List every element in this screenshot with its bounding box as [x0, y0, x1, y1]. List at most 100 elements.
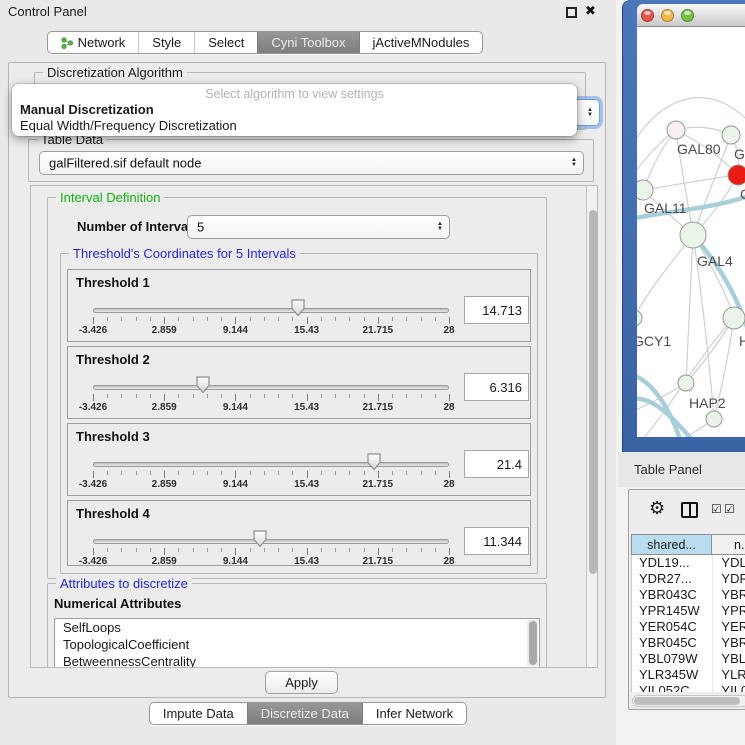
column-header-name[interactable]: n... [712, 534, 745, 555]
network-node[interactable] [637, 180, 653, 200]
tick-label: 9.144 [223, 325, 248, 336]
table-row[interactable]: YBR043CYBR0 [632, 587, 745, 603]
list-scrollbar-thumb[interactable] [529, 621, 537, 665]
network-node-label: HAP2 [689, 395, 726, 411]
slider-thumb[interactable] [290, 299, 306, 317]
settings-scrollbar-thumb[interactable] [589, 210, 597, 574]
slider-thumb[interactable] [366, 453, 382, 471]
network-window-titlebar[interactable] [637, 4, 745, 27]
table-row[interactable]: YDR27...YDR2 [632, 571, 745, 587]
tick-label: 28 [443, 325, 454, 336]
threshold-value-field[interactable]: 21.4 [464, 450, 529, 478]
slider-tick [392, 394, 393, 398]
column-header-shared-name[interactable]: shared... [631, 534, 712, 555]
settings-scrollbar[interactable] [586, 186, 598, 668]
slider-tick [335, 317, 336, 321]
apply-button[interactable]: Apply [265, 671, 338, 694]
slider-tick [335, 471, 336, 475]
threshold-slider[interactable]: -3.4262.8599.14415.4321.71528 [93, 424, 449, 494]
network-node[interactable] [706, 411, 722, 427]
slider-track[interactable] [93, 385, 449, 390]
slider-tick [349, 394, 350, 398]
tab-cyni-toolbox[interactable]: Cyni Toolbox [257, 32, 358, 53]
tick-label: 21.715 [363, 402, 394, 413]
network-node-label: GAL80 [677, 141, 721, 157]
table-row[interactable]: YBR045CYBR0 [632, 635, 745, 651]
slider-tick [435, 317, 436, 321]
slider-tick [107, 471, 108, 475]
slider-tick [121, 317, 122, 321]
tab-network[interactable]: Network [48, 32, 139, 53]
threshold-value-field[interactable]: 14.713 [464, 296, 529, 324]
slider-tick [335, 548, 336, 552]
table-horizontal-scrollbar[interactable] [632, 695, 745, 707]
attribute-list-item[interactable]: SelfLoops [55, 619, 539, 636]
network-edge [643, 175, 738, 190]
close-traffic-light[interactable] [641, 9, 654, 22]
network-canvas[interactable]: GAL80GACGAL11GAL4GCY1HHAP2 [637, 27, 745, 437]
slider-tick [421, 317, 422, 321]
slider-thumb-shape [195, 376, 211, 394]
tick-label: 2.859 [152, 402, 177, 413]
numerical-attributes-list[interactable]: SelfLoopsTopologicalCoefficientBetweenne… [54, 618, 540, 668]
slider-track[interactable] [93, 539, 449, 544]
popup-option-equal-width-frequency[interactable]: Equal Width/Frequency Discretization [17, 118, 572, 135]
table-row[interactable]: YER054CYER0 [632, 619, 745, 635]
threshold-value-field[interactable]: 6.316 [464, 373, 529, 401]
slider-tick [378, 471, 379, 478]
tab-jactivemnodules[interactable]: jActiveMNodules [359, 32, 483, 53]
minimize-traffic-light[interactable] [661, 9, 674, 22]
table-data-combobox[interactable]: galFiltered.sif default node ▲▼ [39, 151, 584, 175]
interval-definition-title: Interval Definition [56, 190, 164, 205]
slider-tick [406, 471, 407, 475]
tab-infer-network[interactable]: Infer Network [362, 703, 466, 724]
tab-impute-data[interactable]: Impute Data [150, 703, 247, 724]
gear-icon[interactable]: ⚙ [649, 498, 665, 519]
network-node[interactable] [678, 375, 694, 391]
tab-style[interactable]: Style [138, 32, 194, 53]
slider-track[interactable] [93, 462, 449, 467]
network-node[interactable] [680, 222, 706, 248]
slider-tick [93, 317, 94, 324]
table-cell: YIL0 [712, 683, 745, 692]
zoom-traffic-light[interactable] [681, 9, 694, 22]
threshold-value-field[interactable]: 11.344 [464, 527, 529, 555]
slider-thumb[interactable] [195, 376, 211, 394]
checkbox-icon[interactable]: ☑ [724, 502, 735, 516]
threshold-slider[interactable]: -3.4262.8599.14415.4321.71528 [93, 347, 449, 417]
columns-icon[interactable] [681, 502, 698, 518]
tick-label: 28 [443, 402, 454, 413]
popup-option-manual-discretization[interactable]: Manual Discretization [17, 102, 572, 119]
slider-thumb[interactable] [252, 530, 268, 548]
checkbox-icon[interactable]: ☑ [711, 502, 722, 516]
network-node[interactable] [723, 307, 745, 329]
table-row[interactable]: YIL052CYIL0 [632, 683, 745, 692]
slider-tick [193, 471, 194, 475]
network-node[interactable] [667, 121, 685, 139]
tab-discretize-data[interactable]: Discretize Data [247, 703, 362, 724]
network-node[interactable] [637, 310, 642, 326]
slider-tick [307, 471, 308, 478]
list-scrollbar[interactable] [527, 620, 538, 666]
table-cell: YIL052C [632, 683, 712, 692]
tab-select[interactable]: Select [194, 32, 257, 53]
threshold-slider[interactable]: -3.4262.8599.14415.4321.71528 [93, 270, 449, 340]
close-icon[interactable]: ✖ [585, 3, 596, 19]
attribute-list-item[interactable]: TopologicalCoefficient [55, 636, 539, 653]
number-of-intervals-label: Number of Intervals [77, 219, 199, 234]
table-hscrollbar-thumb[interactable] [634, 697, 740, 705]
number-of-intervals-combobox[interactable]: 5 ▲▼ [187, 215, 450, 239]
slider-track[interactable] [93, 308, 449, 313]
slider-tick [349, 317, 350, 321]
table-row[interactable]: YBL079WYBL0 [632, 651, 745, 667]
threshold-slider[interactable]: -3.4262.8599.14415.4321.71528 [93, 501, 449, 571]
network-node[interactable] [728, 165, 745, 185]
network-view-window[interactable]: GAL80GACGAL11GAL4GCY1HHAP2 [622, 0, 745, 452]
network-node[interactable] [722, 126, 740, 144]
slider-tick [235, 548, 236, 555]
attribute-list-item[interactable]: BetweennessCentrality [55, 653, 539, 668]
table-row[interactable]: YPR145WYPR1 [632, 603, 745, 619]
table-row[interactable]: YLR345WYLR3 [632, 667, 745, 683]
float-window-icon[interactable] [566, 7, 577, 18]
table-row[interactable]: YDL19...YDL1 [632, 555, 745, 571]
